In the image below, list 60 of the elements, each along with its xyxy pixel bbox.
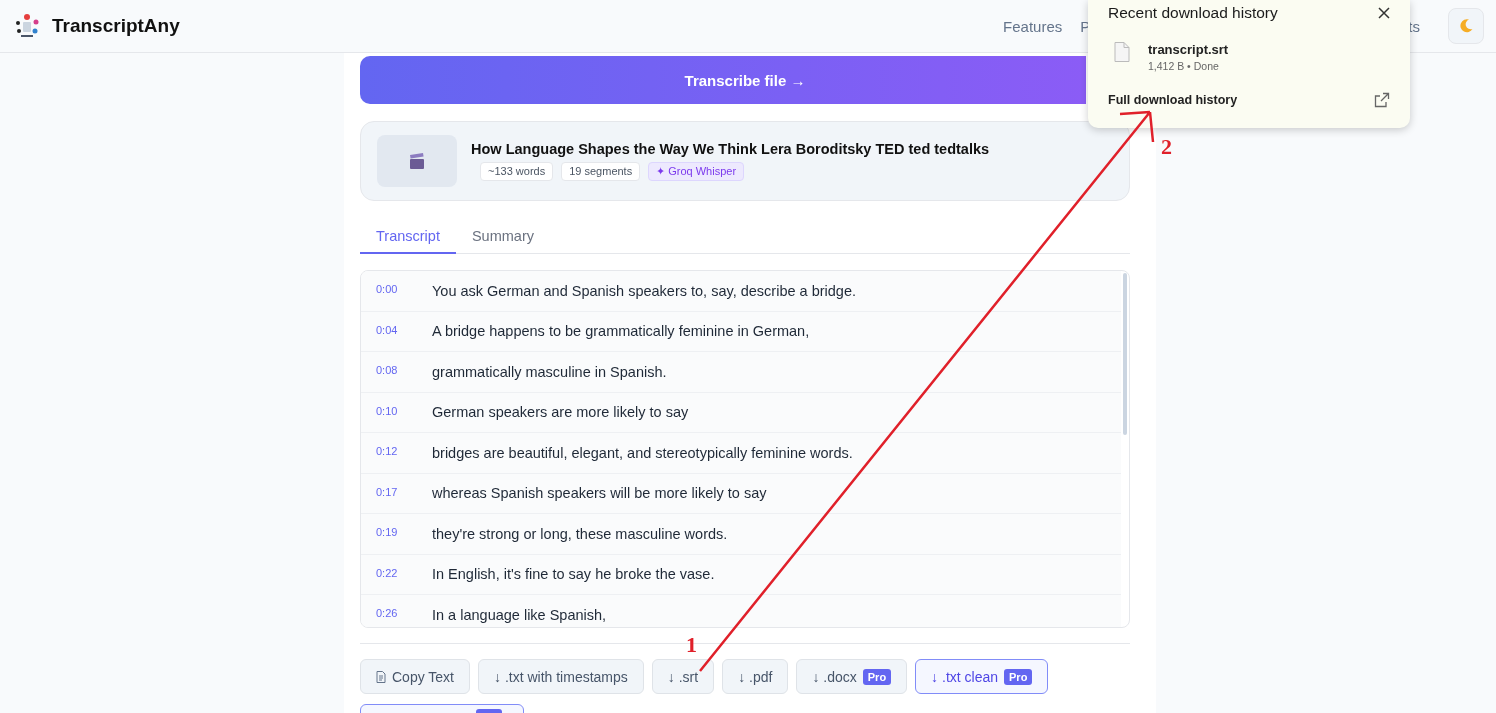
brand-name[interactable]: TranscriptAny <box>52 15 180 37</box>
transcript-row[interactable]: 0:17 whereas Spanish speakers will be more likely to say <box>361 473 1121 514</box>
file-name: transcript.srt <box>1148 42 1229 57</box>
transcript-row[interactable]: 0:19 they're strong or long, these masculine words. <box>361 514 1121 555</box>
timestamp[interactable]: 0:04 <box>376 323 402 336</box>
external-link-icon[interactable] <box>1374 92 1390 108</box>
document-icon <box>376 670 386 683</box>
copy-text-button[interactable]: Copy Text <box>360 659 470 694</box>
transcript-row[interactable]: 0:08 grammatically masculine in Spanish. <box>361 352 1121 393</box>
timestamp[interactable]: 0:00 <box>376 283 402 295</box>
stat-badge: ~133 words <box>480 162 554 181</box>
download-button[interactable]: ↓ .txt with timestamps <box>478 659 644 694</box>
download-button[interactable]: ↓ .pdf <box>722 659 789 694</box>
timestamp[interactable]: 0:12 <box>376 445 402 457</box>
download-button[interactable]: ↓ .txt clean Pro <box>915 659 1049 694</box>
timestamp[interactable]: 0:19 <box>376 526 402 538</box>
file-icon <box>1114 42 1130 62</box>
segment-text: A bridge happens to be grammatically feminine in German, <box>432 323 810 340</box>
theme-toggle-button[interactable] <box>1448 8 1484 44</box>
full-history-link[interactable]: Full download history <box>1108 93 1238 107</box>
segment-text: they're strong or long, these masculine words. <box>432 525 728 542</box>
close-icon[interactable] <box>1378 7 1390 19</box>
tab[interactable]: Transcript <box>360 221 456 254</box>
timestamp[interactable]: 0:17 <box>376 485 402 498</box>
transcribe-button[interactable]: Transcribe file → <box>360 56 1086 104</box>
timestamp[interactable]: 0:08 <box>376 364 402 376</box>
annotation-number: 2 <box>1161 134 1172 160</box>
popup-title: Recent download history <box>1108 4 1278 22</box>
segment-text: In English, it's fine to say he broke the vase. <box>432 566 715 583</box>
transcript-row[interactable]: 0:26 In a language like Spanish, <box>361 595 1121 627</box>
nav-link[interactable]: Features <box>1003 17 1063 35</box>
transcript-row[interactable]: 0:00 You ask German and Spanish speakers to, say, describe a bridge. <box>361 271 1121 312</box>
segment-text: grammatically masculine in Spanish. <box>432 363 667 380</box>
tab[interactable]: Summary <box>455 221 550 254</box>
clapperboard-icon <box>407 151 427 171</box>
segment-text: bridges are beautiful, elegant, and stereotypically feminine words. <box>432 444 853 461</box>
timestamp[interactable]: 0:10 <box>376 404 402 417</box>
transcript-row[interactable]: 0:10 German speakers are more likely to say <box>361 392 1121 433</box>
annotation-number: 1 <box>686 632 697 658</box>
segment-text: In a language like Spanish, <box>432 606 607 623</box>
download-button[interactable]: ↓ .srt <box>651 659 715 694</box>
pro-badge: Pro <box>862 668 892 685</box>
segment-text: German speakers are more likely to say <box>432 404 689 421</box>
segment-text: You ask German and Spanish speakers to, say, describe a bridge. <box>432 282 856 299</box>
file-title: How Language Shapes the Way We Think Lera Boroditsky TED ted tedtalks <box>471 141 990 157</box>
download-item[interactable]: transcript.srt 1,412 B • Done <box>1114 42 1390 72</box>
transcript-row[interactable]: 0:12 bridges are beautiful, elegant, and stereotypically feminine words. <box>361 433 1121 474</box>
timestamp[interactable]: 0:22 <box>376 566 402 579</box>
transcript-row[interactable]: 0:22 In English, it's fine to say he broke the vase. <box>361 554 1121 595</box>
pro-badge: Pro <box>1004 668 1033 685</box>
file-meta: 1,412 B • Done <box>1148 60 1220 72</box>
moon-icon <box>1458 18 1474 34</box>
timestamp[interactable]: 0:26 <box>376 607 402 619</box>
scrollbar[interactable] <box>1123 273 1127 435</box>
engine-badge: ✦ Groq Whisper <box>648 162 745 181</box>
transcript-row[interactable]: 0:04 A bridge happens to be grammatically feminine in German, <box>361 311 1121 352</box>
logo-icon[interactable] <box>14 13 40 39</box>
download-button[interactable]: ↓ .docx Pro <box>796 659 908 694</box>
segment-text: whereas Spanish speakers will be more likely to say <box>432 485 767 502</box>
stat-badge: 19 segments <box>561 162 641 181</box>
